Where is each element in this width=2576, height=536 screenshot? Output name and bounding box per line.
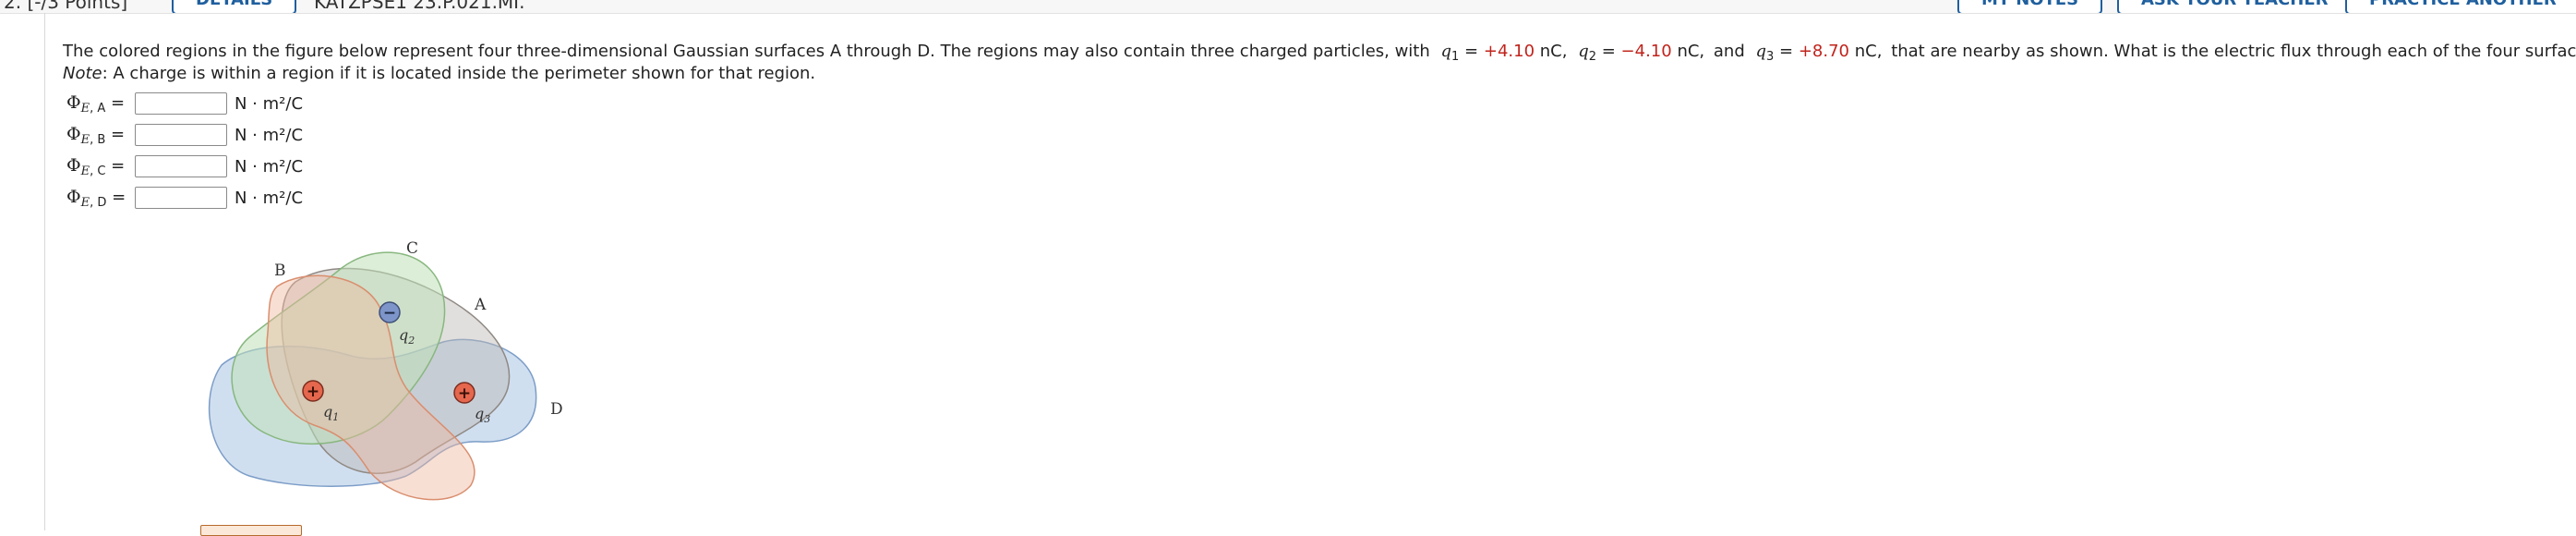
q2-value: −4.10 [1620,42,1672,61]
q3-symbol: q3 [1755,42,1775,64]
region-a-label: A [474,296,487,314]
and-word: and [1713,42,1745,61]
answer-row-c: ΦE, C = N · m²/C [66,153,303,179]
q1-unit: nC, [1539,42,1568,61]
submit-answer-button[interactable] [200,525,302,536]
region-c-label: C [406,239,418,258]
q2-symbol: q2 [1578,42,1597,64]
flux-a-label: ΦE, A = [66,91,126,116]
flux-c-unit: N · m²/C [235,156,304,177]
q1-symbol: q1 [1440,42,1460,64]
q3-value: +8.70 [1798,42,1850,61]
flux-b-input[interactable] [135,124,227,146]
flux-d-label: ΦE, D = [66,186,126,210]
charge-q2-sign: − [383,304,396,323]
q1-value: +4.10 [1483,42,1535,61]
q2-unit: nC, [1677,42,1705,61]
answer-row-a: ΦE, A = N · m²/C [66,91,303,116]
charge-q3: + [453,382,475,404]
region-b-label: B [274,262,286,280]
points-label: 2. [-/3 Points] [4,0,128,13]
flux-d-input[interactable] [135,187,227,209]
region-d-label: D [550,400,563,419]
ask-teacher-button[interactable]: ASK YOUR TEACHER [2117,0,2353,13]
answer-row-b: ΦE, B = N · m²/C [66,122,303,148]
flux-a-input[interactable] [135,92,227,115]
question-intro: The colored regions in the figure below … [63,42,1430,61]
answer-row-d: ΦE, D = N · m²/C [66,185,303,211]
charge-q3-sign: + [458,384,471,403]
charge-q1-sign: + [307,383,319,401]
practice-another-button[interactable]: PRACTICE ANOTHER [2345,0,2576,13]
flux-c-input[interactable] [135,155,227,177]
note-text: Note: A charge is within a region if it … [63,64,815,83]
note-label: Note [63,64,102,83]
my-notes-button[interactable]: MY NOTES [1957,0,2103,13]
charge-q2: − [379,301,401,323]
left-divider [44,13,45,530]
charge-q1: + [302,380,324,402]
flux-b-label: ΦE, B = [66,123,126,147]
gaussian-surfaces-figure: B C A D − q2 + q1 + q3 [208,239,563,501]
problem-source: KATZPSE1 23.P.021.MI. [314,0,525,13]
top-toolbar: 2. [-/3 Points] DETAILS KATZPSE1 23.P.02… [0,0,2576,14]
flux-b-unit: N · m²/C [235,125,304,145]
details-button[interactable]: DETAILS [172,0,297,13]
flux-d-unit: N · m²/C [235,188,304,208]
flux-c-label: ΦE, C = [66,154,126,178]
question-outro: that are nearby as shown. What is the el… [1891,42,2576,61]
q3-unit: nC, [1854,42,1883,61]
note-body: : A charge is within a region if it is l… [102,64,816,83]
flux-a-unit: N · m²/C [235,93,304,114]
